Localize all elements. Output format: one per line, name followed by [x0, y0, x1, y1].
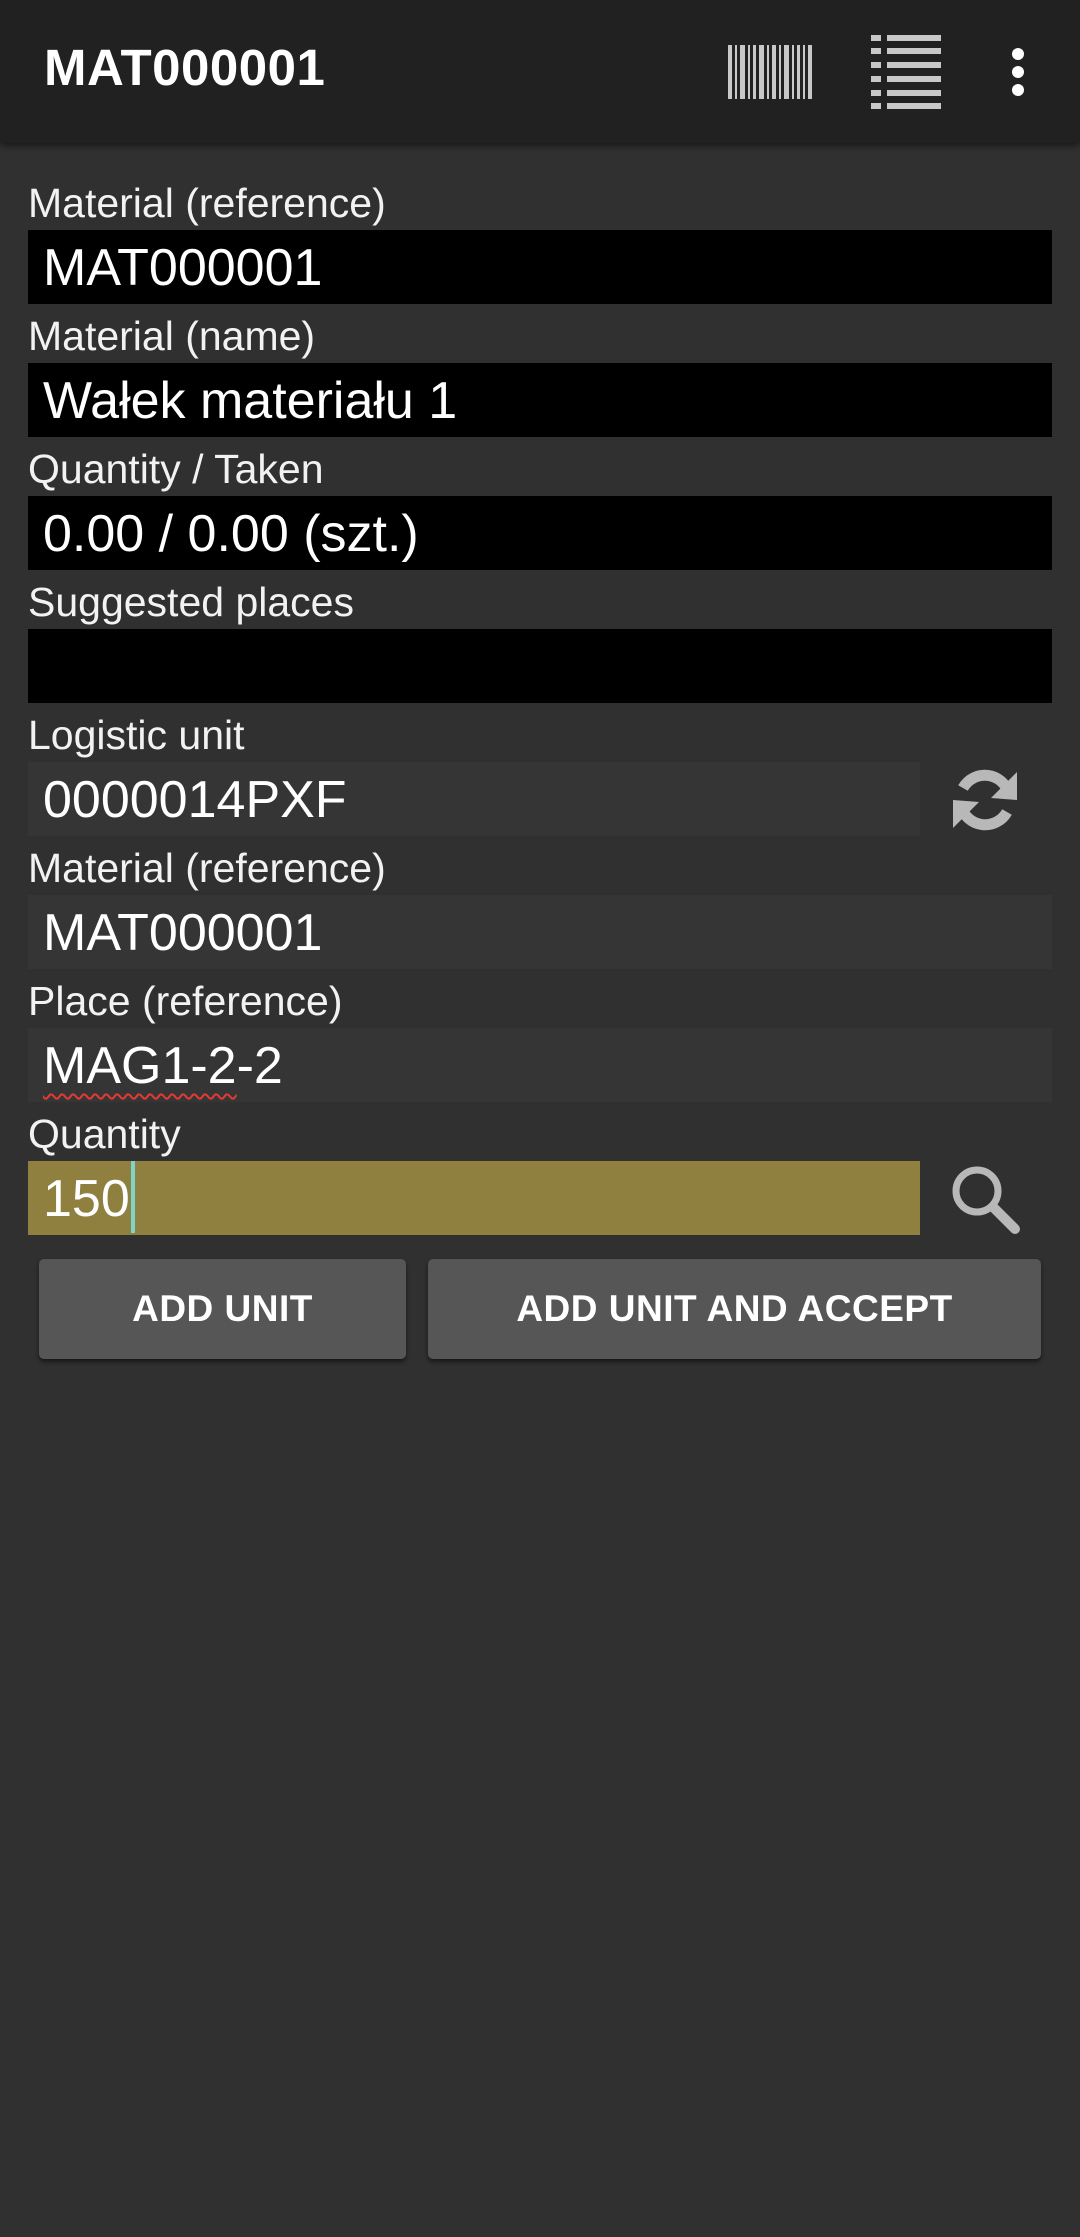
barcode-scan-button[interactable] [720, 24, 820, 120]
search-button[interactable] [940, 1154, 1030, 1244]
app-title: MAT000001 [44, 39, 326, 96]
search-icon [952, 1166, 1020, 1234]
material-reference-input-label: Material (reference) [28, 845, 386, 891]
quantity-label: Quantity [28, 1111, 181, 1157]
place-reference-input[interactable]: MAG1-2-2 [28, 1028, 1052, 1102]
quantity-taken-value: 0.00 / 0.00 (szt.) [28, 496, 1052, 570]
add-unit-button[interactable]: ADD UNIT [39, 1259, 406, 1359]
overflow-menu-button[interactable] [990, 24, 1046, 120]
place-reference-suffix: -2 [236, 1037, 283, 1095]
material-reference-input[interactable]: MAT000001 [28, 895, 1052, 969]
material-name-label: Material (name) [28, 313, 316, 359]
place-reference-misspelled-part: MAG1-2 [43, 1037, 237, 1095]
logistic-unit-label: Logistic unit [28, 712, 245, 758]
add-unit-and-accept-button[interactable]: ADD UNIT AND ACCEPT [428, 1259, 1041, 1359]
refresh-button[interactable] [940, 755, 1030, 845]
form-content: Material (reference) MAT000001 Material … [0, 143, 1080, 2237]
material-reference-label: Material (reference) [28, 180, 386, 226]
barcode-icon [728, 45, 812, 99]
list-icon [871, 35, 941, 109]
text-cursor [130, 1161, 135, 1233]
material-name-value: Wałek materiału 1 [28, 363, 1052, 437]
app-bar: MAT000001 [0, 0, 1080, 143]
place-reference-label: Place (reference) [28, 978, 343, 1024]
material-reference-value: MAT000001 [28, 230, 1052, 304]
refresh-icon [953, 769, 1017, 831]
suggested-places-label: Suggested places [28, 579, 354, 625]
list-button[interactable] [856, 24, 956, 120]
suggested-places-value [28, 629, 1052, 703]
more-vertical-icon [1012, 48, 1024, 96]
quantity-input[interactable]: 150 [28, 1161, 920, 1235]
quantity-value: 150 [43, 1170, 130, 1228]
logistic-unit-input[interactable]: 0000014PXF [28, 762, 920, 836]
quantity-taken-label: Quantity / Taken [28, 446, 324, 492]
